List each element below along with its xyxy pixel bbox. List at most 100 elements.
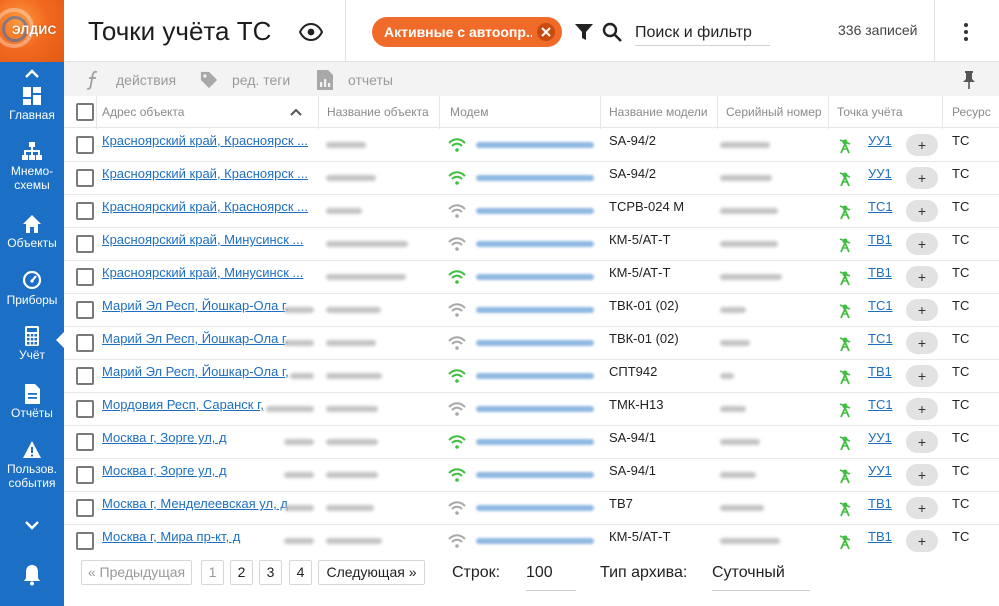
column-divider[interactable]: [942, 96, 943, 129]
row-checkbox[interactable]: [76, 433, 94, 451]
eldis-logo[interactable]: ЭЛДИС: [0, 0, 64, 62]
meter-point-link[interactable]: ТС1: [868, 393, 893, 416]
sidebar-item-devices[interactable]: Приборы: [0, 270, 64, 324]
active-filter-chip[interactable]: Активные с автоопр...: [372, 17, 562, 47]
address-link[interactable]: Марий Эл Респ, Йошкар-Ола г,: [102, 331, 289, 346]
table-row[interactable]: Марий Эл Респ, Йошкар-Ола г, ТВК-01 (02)…: [64, 294, 999, 327]
table-row[interactable]: Мордовия Респ, Саранск г, ТМК-Н13 ТС1 + …: [64, 393, 999, 426]
add-button[interactable]: +: [906, 365, 938, 387]
prev-page-button[interactable]: « Предыдущая: [81, 560, 192, 585]
address-link[interactable]: Красноярский край, Красноярск ...: [102, 166, 308, 181]
row-checkbox[interactable]: [76, 367, 94, 385]
add-button[interactable]: +: [906, 497, 938, 519]
add-button[interactable]: +: [906, 233, 938, 255]
row-checkbox[interactable]: [76, 169, 94, 187]
meter-point-link[interactable]: ТВ1: [868, 360, 892, 383]
meter-point-link[interactable]: ТВ1: [868, 492, 892, 515]
modem-masked-link[interactable]: [476, 142, 594, 148]
modem-masked-link[interactable]: [476, 373, 594, 379]
modem-masked-link[interactable]: [476, 406, 594, 412]
modem-masked-link[interactable]: [476, 439, 594, 445]
bell-icon[interactable]: [22, 564, 42, 586]
table-row[interactable]: Марий Эл Респ, Йошкар-Ола г, ТВК-01 (02)…: [64, 327, 999, 360]
address-link[interactable]: Москва г, Зорге ул, д: [102, 430, 227, 445]
rows-per-page-select[interactable]: 100: [526, 563, 576, 591]
address-link[interactable]: Красноярский край, Красноярск ...: [102, 199, 308, 214]
col-header-object-name[interactable]: Название объекта: [327, 96, 439, 128]
row-checkbox[interactable]: [76, 532, 94, 550]
modem-masked-link[interactable]: [476, 241, 594, 247]
add-button[interactable]: +: [906, 332, 938, 354]
next-page-button[interactable]: Следующая »: [318, 560, 425, 585]
add-button[interactable]: +: [906, 266, 938, 288]
row-checkbox[interactable]: [76, 268, 94, 286]
add-button[interactable]: +: [906, 464, 938, 486]
address-link[interactable]: Марий Эл Респ, Йошкар-Ола г,: [102, 298, 289, 313]
meter-point-link[interactable]: УУ1: [868, 129, 892, 152]
address-link[interactable]: Красноярский край, Минусинск ...: [102, 232, 303, 247]
col-header-point[interactable]: Точка учёта: [837, 96, 937, 128]
address-link[interactable]: Красноярский край, Красноярск ...: [102, 133, 308, 148]
edit-tags-button[interactable]: ред. теги: [200, 70, 300, 90]
table-row[interactable]: Красноярский край, Красноярск ... ТСРВ-0…: [64, 195, 999, 228]
address-link[interactable]: Мордовия Респ, Саранск г,: [102, 397, 264, 412]
table-row[interactable]: Москва г, Менделеевская ул, д ТВ7 ТВ1 + …: [64, 492, 999, 525]
page-button-2[interactable]: 2: [230, 560, 253, 585]
modem-masked-link[interactable]: [476, 274, 594, 280]
chevron-down-icon[interactable]: [22, 518, 42, 532]
row-checkbox[interactable]: [76, 334, 94, 352]
add-button[interactable]: +: [906, 431, 938, 453]
meter-point-link[interactable]: ТС1: [868, 294, 893, 317]
actions-button[interactable]: действия: [84, 70, 184, 90]
sidebar-item-user-events[interactable]: Пользов. события: [0, 440, 64, 494]
add-button[interactable]: +: [906, 530, 938, 552]
column-divider[interactable]: [600, 96, 601, 129]
row-checkbox[interactable]: [76, 301, 94, 319]
select-all-checkbox[interactable]: [76, 103, 94, 121]
row-checkbox[interactable]: [76, 400, 94, 418]
eye-icon[interactable]: [299, 22, 323, 42]
add-button[interactable]: +: [906, 200, 938, 222]
pin-icon[interactable]: [960, 70, 978, 90]
modem-masked-link[interactable]: [476, 472, 594, 478]
chevron-up-icon[interactable]: [22, 66, 42, 82]
table-row[interactable]: Красноярский край, Красноярск ... SA-94/…: [64, 129, 999, 162]
add-button[interactable]: +: [906, 398, 938, 420]
add-button[interactable]: +: [906, 167, 938, 189]
address-link[interactable]: Красноярский край, Минусинск ...: [102, 265, 303, 280]
sidebar-item-mnemo[interactable]: Мнемо- схемы: [0, 142, 64, 196]
page-button-3[interactable]: 3: [259, 560, 282, 585]
modem-masked-link[interactable]: [476, 538, 594, 544]
col-header-resource[interactable]: Ресурс: [952, 96, 998, 128]
table-row[interactable]: Красноярский край, Минусинск ... КМ-5/АТ…: [64, 261, 999, 294]
table-row[interactable]: Москва г, Зорге ул, д SA-94/1 УУ1 + ТС: [64, 459, 999, 492]
col-header-modem[interactable]: Модем: [450, 96, 600, 128]
filter-icon[interactable]: [575, 23, 593, 41]
page-button-1[interactable]: 1: [201, 560, 224, 585]
column-divider[interactable]: [828, 96, 829, 129]
col-header-serial[interactable]: Серийный номер: [726, 96, 826, 128]
table-row[interactable]: Москва г, Зорге ул, д SA-94/1 УУ1 + ТС: [64, 426, 999, 459]
address-link[interactable]: Марий Эл Респ, Йошкар-Ола г,: [102, 364, 289, 379]
meter-point-link[interactable]: ТВ1: [868, 228, 892, 251]
address-link[interactable]: Москва г, Мира пр-кт, д: [102, 529, 240, 544]
meter-point-link[interactable]: ТВ1: [868, 261, 892, 284]
more-vert-icon[interactable]: [962, 22, 970, 42]
modem-masked-link[interactable]: [476, 175, 594, 181]
meter-point-link[interactable]: УУ1: [868, 459, 892, 482]
address-link[interactable]: Москва г, Зорге ул, д: [102, 463, 227, 478]
search-input[interactable]: [635, 20, 770, 46]
col-header-model[interactable]: Название модели: [609, 96, 717, 128]
modem-masked-link[interactable]: [476, 340, 594, 346]
meter-point-link[interactable]: ТС1: [868, 195, 893, 218]
row-checkbox[interactable]: [76, 466, 94, 484]
meter-point-link[interactable]: ТВ1: [868, 525, 892, 548]
meter-point-link[interactable]: УУ1: [868, 162, 892, 185]
row-checkbox[interactable]: [76, 202, 94, 220]
sidebar-item-reports[interactable]: Отчёты: [0, 384, 64, 438]
column-divider[interactable]: [717, 96, 718, 129]
search-icon[interactable]: [602, 22, 622, 42]
table-row[interactable]: Красноярский край, Минусинск ... КМ-5/АТ…: [64, 228, 999, 261]
col-header-address[interactable]: Адрес объекта: [102, 96, 282, 128]
reports-button[interactable]: отчеты: [316, 70, 406, 90]
